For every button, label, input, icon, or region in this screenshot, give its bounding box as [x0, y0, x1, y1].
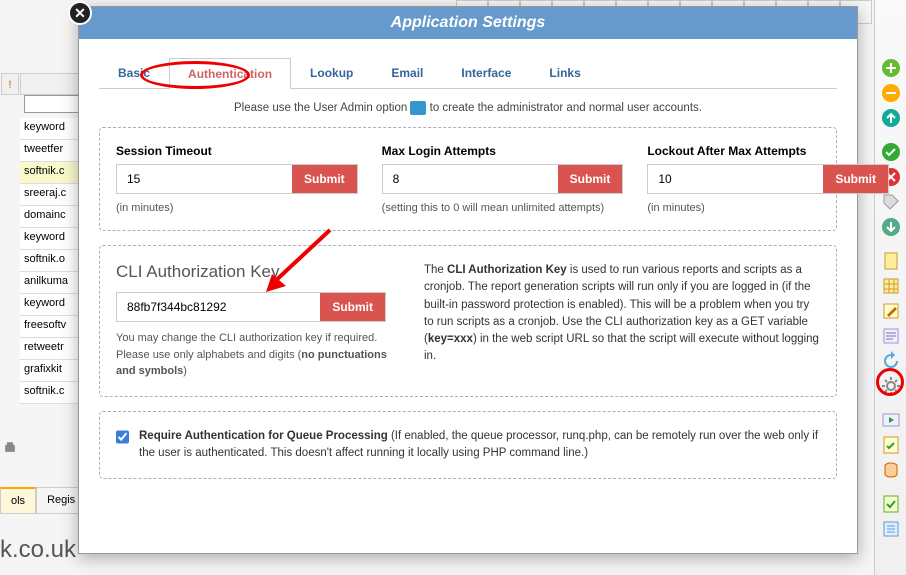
right-sidebar: [874, 0, 906, 575]
queue-auth-label: Require Authentication for Queue Process…: [139, 428, 820, 463]
maxlogin-input[interactable]: [383, 165, 558, 193]
cli-hint: You may change the CLI authorization key…: [116, 330, 396, 380]
maxlogin-label: Max Login Attempts: [382, 144, 624, 158]
modal-title: Application Settings: [79, 7, 857, 39]
gear-icon[interactable]: [880, 375, 902, 397]
lockout-submit-button[interactable]: Submit: [823, 165, 888, 193]
cli-title: CLI Authorization Key: [116, 262, 396, 282]
tab-email[interactable]: Email: [372, 57, 442, 88]
session-submit-button[interactable]: Submit: [292, 165, 357, 193]
user-admin-icon[interactable]: [410, 101, 426, 115]
doc-icon[interactable]: [880, 250, 902, 272]
tab-basic[interactable]: Basic: [99, 57, 169, 88]
bg-large-domain: k.co.uk: [0, 536, 76, 564]
edit-icon[interactable]: [880, 300, 902, 322]
cli-submit-button[interactable]: Submit: [320, 293, 385, 321]
bg-col-header: [20, 73, 82, 95]
cli-description: The CLI Authorization Key is used to run…: [424, 262, 820, 380]
queue-panel: Require Authentication for Queue Process…: [99, 411, 837, 480]
remove-icon[interactable]: [880, 82, 902, 104]
bg-exclaim: !: [1, 73, 19, 95]
maxlogin-hint: (setting this to 0 will mean unlimited a…: [382, 202, 624, 214]
bg-action-icons[interactable]: [3, 440, 31, 458]
add-icon[interactable]: [880, 57, 902, 79]
list-icon[interactable]: [880, 518, 902, 540]
refresh-icon[interactable]: [880, 350, 902, 372]
session-timeout-input[interactable]: [117, 165, 292, 193]
play-icon[interactable]: [880, 409, 902, 431]
tab-links[interactable]: Links: [530, 57, 599, 88]
close-button[interactable]: ✕: [68, 1, 92, 25]
bg-filter-input[interactable]: [24, 95, 80, 113]
cli-panel: CLI Authorization Key Submit You may cha…: [99, 245, 837, 397]
footer-tabs: ols Regis: [0, 487, 86, 514]
session-timeout-label: Session Timeout: [116, 144, 358, 158]
grid-icon[interactable]: [880, 275, 902, 297]
tab-interface[interactable]: Interface: [442, 57, 530, 88]
lockout-input[interactable]: [648, 165, 823, 193]
lockout-label: Lockout After Max Attempts: [647, 144, 889, 158]
bg-domain-list: keyword tweetfer softnik.c sreeraj.c dom…: [20, 118, 82, 404]
db-refresh-icon[interactable]: [880, 459, 902, 481]
footer-tab-active[interactable]: ols: [0, 487, 36, 514]
lockout-hint: (in minutes): [647, 202, 889, 214]
approve-icon[interactable]: [880, 493, 902, 515]
cli-key-input[interactable]: [117, 293, 320, 321]
download-icon[interactable]: [880, 216, 902, 238]
queue-auth-checkbox[interactable]: [116, 430, 129, 444]
form-icon[interactable]: [880, 325, 902, 347]
tab-authentication[interactable]: Authentication: [169, 58, 291, 89]
admin-note: Please use the User Admin option to crea…: [99, 101, 837, 115]
session-hint: (in minutes): [116, 202, 358, 214]
settings-tabs: Basic Authentication Lookup Email Interf…: [99, 57, 837, 89]
upload-icon[interactable]: [880, 107, 902, 129]
timeout-panel: Session Timeout Submit (in minutes) Max …: [99, 127, 837, 231]
maxlogin-submit-button[interactable]: Submit: [558, 165, 623, 193]
settings-modal: ✕ Application Settings Basic Authenticat…: [78, 6, 858, 554]
note-check-icon[interactable]: [880, 434, 902, 456]
tab-lookup[interactable]: Lookup: [291, 57, 372, 88]
